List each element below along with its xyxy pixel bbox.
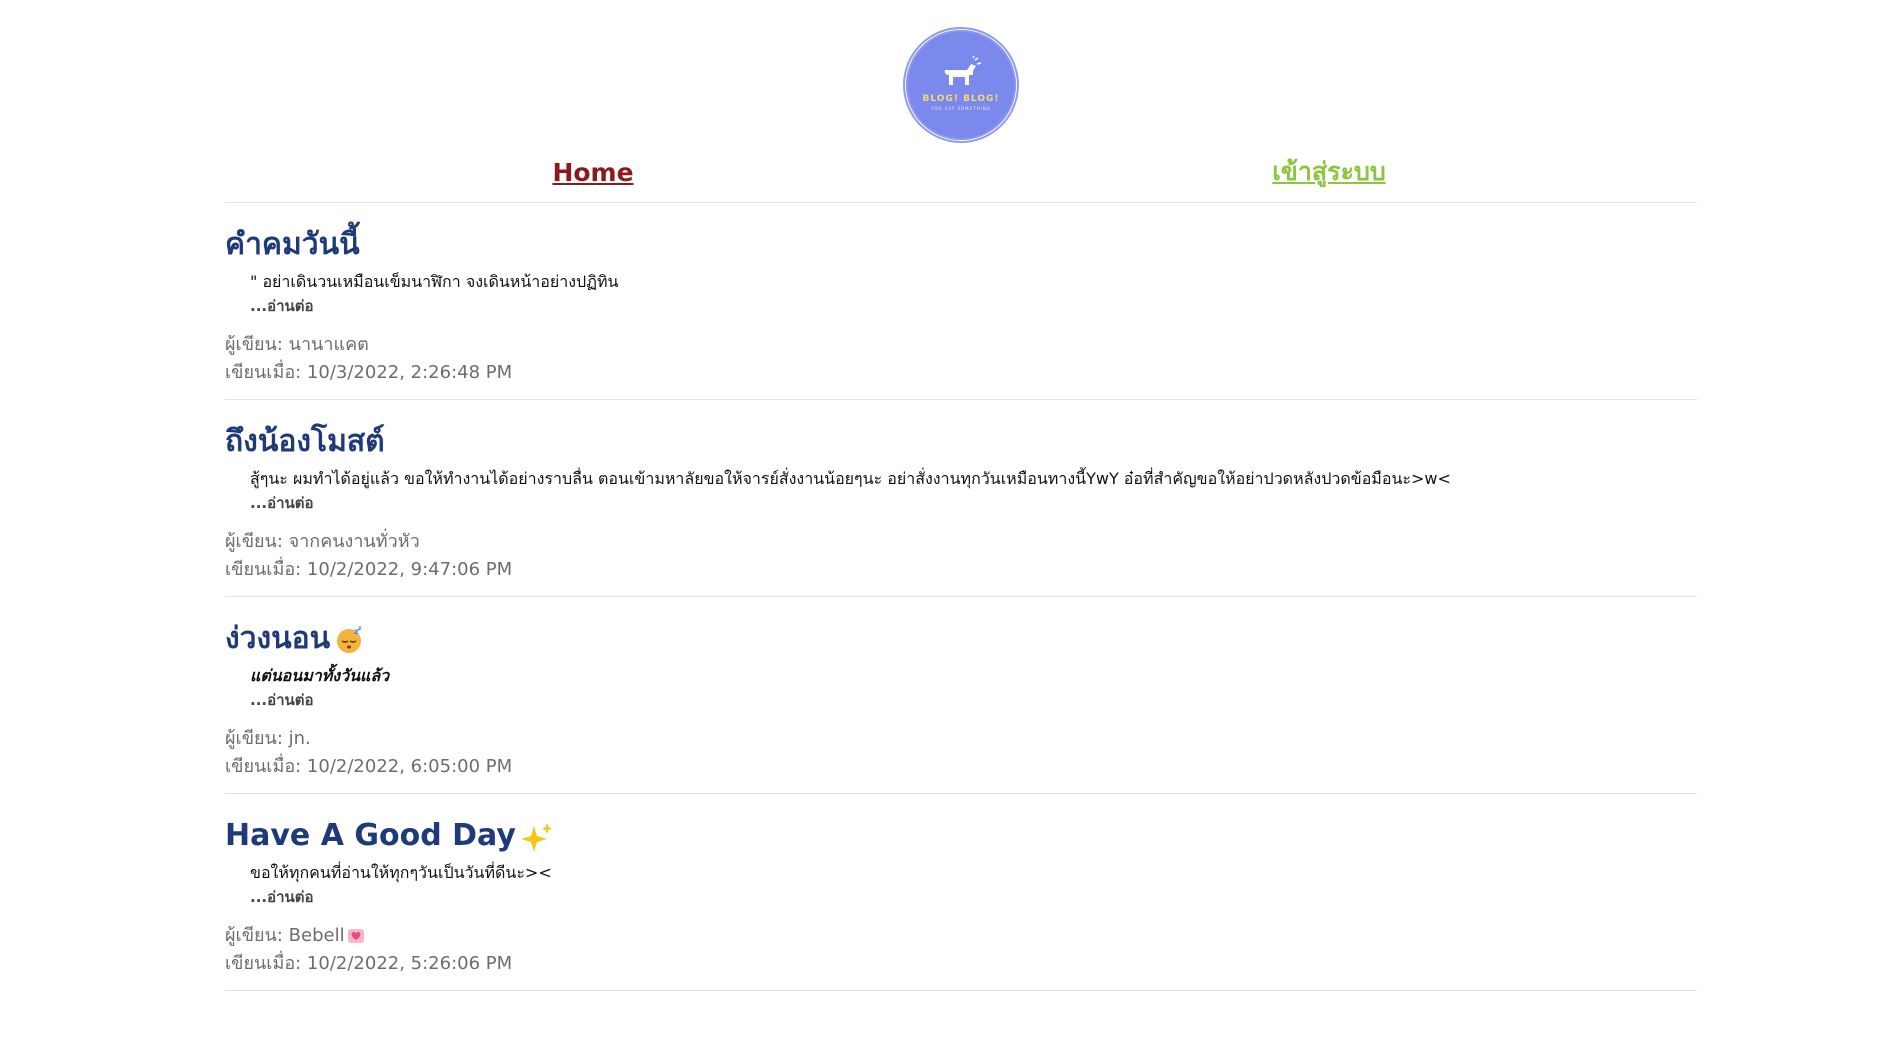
- post-title[interactable]: คำคมวันนี้: [225, 223, 1697, 267]
- post-author: ผู้เขียน: จากคนงานทั่วหัว: [225, 531, 420, 552]
- post-excerpt: " อย่าเดินวนเหมือนเข็มนาฬิกา จงเดินหน้าอ…: [250, 272, 619, 291]
- post-author-row: ผู้เขียน: Bebell: [225, 922, 1697, 950]
- main-nav: Home เข้าสู่ระบบ: [225, 142, 1697, 203]
- read-more-link[interactable]: ...อ่านต่อ: [250, 689, 314, 711]
- post-title[interactable]: ถึงน้องโมสต์: [225, 420, 1697, 464]
- post-item: ง่วงนอน z z แต่นอนมาทั้งวันแล้ว ...อ่านต…: [225, 597, 1697, 794]
- sleepy-face-icon: z z: [337, 625, 362, 653]
- post-meta: ผู้เขียน: Bebell เขียนเมื่อ: 10/2/2022, …: [225, 922, 1697, 978]
- post-date: เขียนเมื่อ: 10/3/2022, 2:26:48 PM: [225, 362, 513, 383]
- page-container: BLOG! BLOG! YOU SAY SOMETHING Home เข้าส…: [225, 0, 1697, 991]
- sparkles-icon: [520, 822, 552, 852]
- post-excerpt: แต่นอนมาทั้งวันแล้ว: [250, 666, 390, 685]
- post-date: เขียนเมื่อ: 10/2/2022, 5:26:06 PM: [225, 953, 513, 974]
- read-more-link[interactable]: ...อ่านต่อ: [250, 886, 314, 908]
- post-excerpt: สู้ๆนะ ผมทำได้อยู่แล้ว ขอให้ทำงานได้อย่า…: [250, 469, 1451, 488]
- post-title-row[interactable]: Have A Good Day: [225, 814, 1697, 858]
- dog-icon: [944, 55, 982, 85]
- svg-text:z: z: [358, 625, 362, 632]
- post-author: ผู้เขียน: jn.: [225, 728, 311, 749]
- post-author: ผู้เขียน: นานาแคต: [225, 334, 369, 355]
- post-title: Have A Good Day: [225, 818, 516, 853]
- heart-icon: [347, 929, 364, 943]
- post-meta: ผู้เขียน: จากคนงานทั่วหัว เขียนเมื่อ: 10…: [225, 528, 1697, 584]
- post-item: คำคมวันนี้ " อย่าเดินวนเหมือนเข็มนาฬิกา …: [225, 203, 1697, 400]
- logo-subtext: YOU SAY SOMETHING: [931, 105, 991, 111]
- read-more-link[interactable]: ...อ่านต่อ: [250, 492, 314, 514]
- post-date: เขียนเมื่อ: 10/2/2022, 9:47:06 PM: [225, 559, 513, 580]
- post-meta: ผู้เขียน: นานาแคต เขียนเมื่อ: 10/3/2022,…: [225, 331, 1697, 387]
- logo-text: BLOG! BLOG!: [922, 93, 1000, 104]
- post-meta: ผู้เขียน: jn. เขียนเมื่อ: 10/2/2022, 6:0…: [225, 725, 1697, 781]
- post-title: ง่วงนอน: [225, 621, 331, 656]
- post-author: ผู้เขียน: Bebell: [225, 925, 345, 946]
- nav-login-link[interactable]: เข้าสู่ระบบ: [961, 152, 1697, 192]
- post-item: Have A Good Day ขอให้ทุกคนที่อ่านให้ทุกๆ…: [225, 794, 1697, 991]
- nav-home-link[interactable]: Home: [225, 158, 961, 187]
- read-more-link[interactable]: ...อ่านต่อ: [250, 295, 314, 317]
- site-logo[interactable]: BLOG! BLOG! YOU SAY SOMETHING: [906, 30, 1016, 140]
- header: BLOG! BLOG! YOU SAY SOMETHING: [225, 0, 1697, 142]
- post-title-row[interactable]: ง่วงนอน z z: [225, 617, 1697, 661]
- post-date: เขียนเมื่อ: 10/2/2022, 6:05:00 PM: [225, 756, 513, 777]
- post-excerpt: ขอให้ทุกคนที่อ่านให้ทุกๆวันเป็นวันที่ดีน…: [250, 863, 552, 882]
- post-item: ถึงน้องโมสต์ สู้ๆนะ ผมทำได้อยู่แล้ว ขอให…: [225, 400, 1697, 597]
